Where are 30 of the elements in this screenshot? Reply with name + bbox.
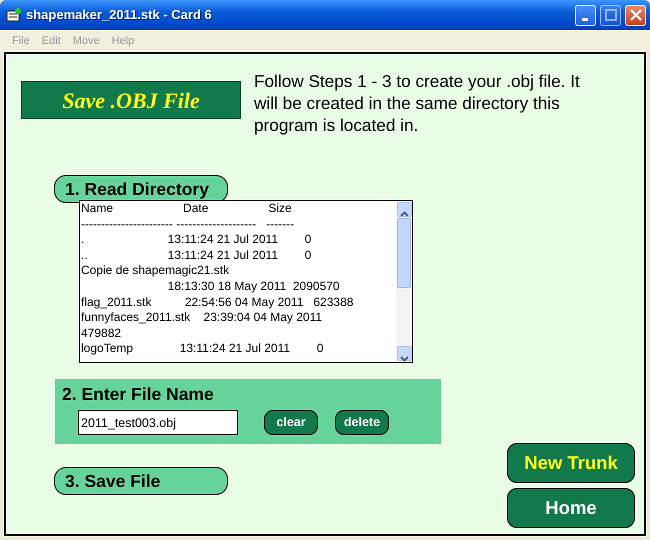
app-icon [6, 7, 22, 23]
close-button[interactable] [625, 4, 646, 26]
heading-label: Save .OBJ File [21, 81, 241, 119]
close-icon [630, 9, 642, 21]
directory-list[interactable] [79, 200, 413, 363]
minimize-icon [582, 18, 588, 20]
read-directory-button[interactable]: 1. Read Directory [54, 175, 228, 203]
clear-button[interactable]: clear [264, 410, 318, 435]
new-trunk-button[interactable]: New Trunk [507, 443, 635, 483]
list-line: Copie de shapemagic21.stk [81, 263, 230, 279]
instructions-text: Follow Steps 1 - 3 to create your .obj file. It will be created in the same directory this program is located in. [254, 70, 581, 136]
list-line: logoTemp 13:11:24 21 Jul 2011 0 [81, 341, 324, 357]
list-line: . 13:11:24 21 Jul 2011 0 [81, 232, 312, 248]
window-title: shapemaker_2011.stk - Card 6 [26, 6, 213, 24]
home-button[interactable]: Home [507, 488, 635, 528]
list-line: ----------------------- -------------------- ------- [81, 216, 296, 232]
list-line: 479882 [81, 326, 122, 342]
list-line: funnyfaces_2011.stk 23:39:04 04 May 2011 [81, 310, 324, 326]
scrollbar[interactable] [396, 201, 412, 362]
file-name-field[interactable]: 2011_test003.obj [78, 410, 238, 435]
list-line: Name Date Size [81, 201, 293, 217]
list-line: flag_2011.stk 22:54:56 04 May 2011 623388 [81, 294, 354, 310]
step-label: 2. Enter File Name [62, 383, 214, 406]
scroll-thumb[interactable] [397, 218, 411, 288]
delete-button[interactable]: delete [335, 410, 389, 435]
list-line: .. 13:11:24 21 Jul 2011 0 [81, 248, 312, 264]
maximize-icon [604, 9, 616, 21]
save-file-button[interactable]: 3. Save File [54, 467, 228, 495]
list-line: 18:13:30 18 May 2011 2090570 [166, 278, 341, 295]
minimize-button[interactable] [575, 4, 596, 26]
